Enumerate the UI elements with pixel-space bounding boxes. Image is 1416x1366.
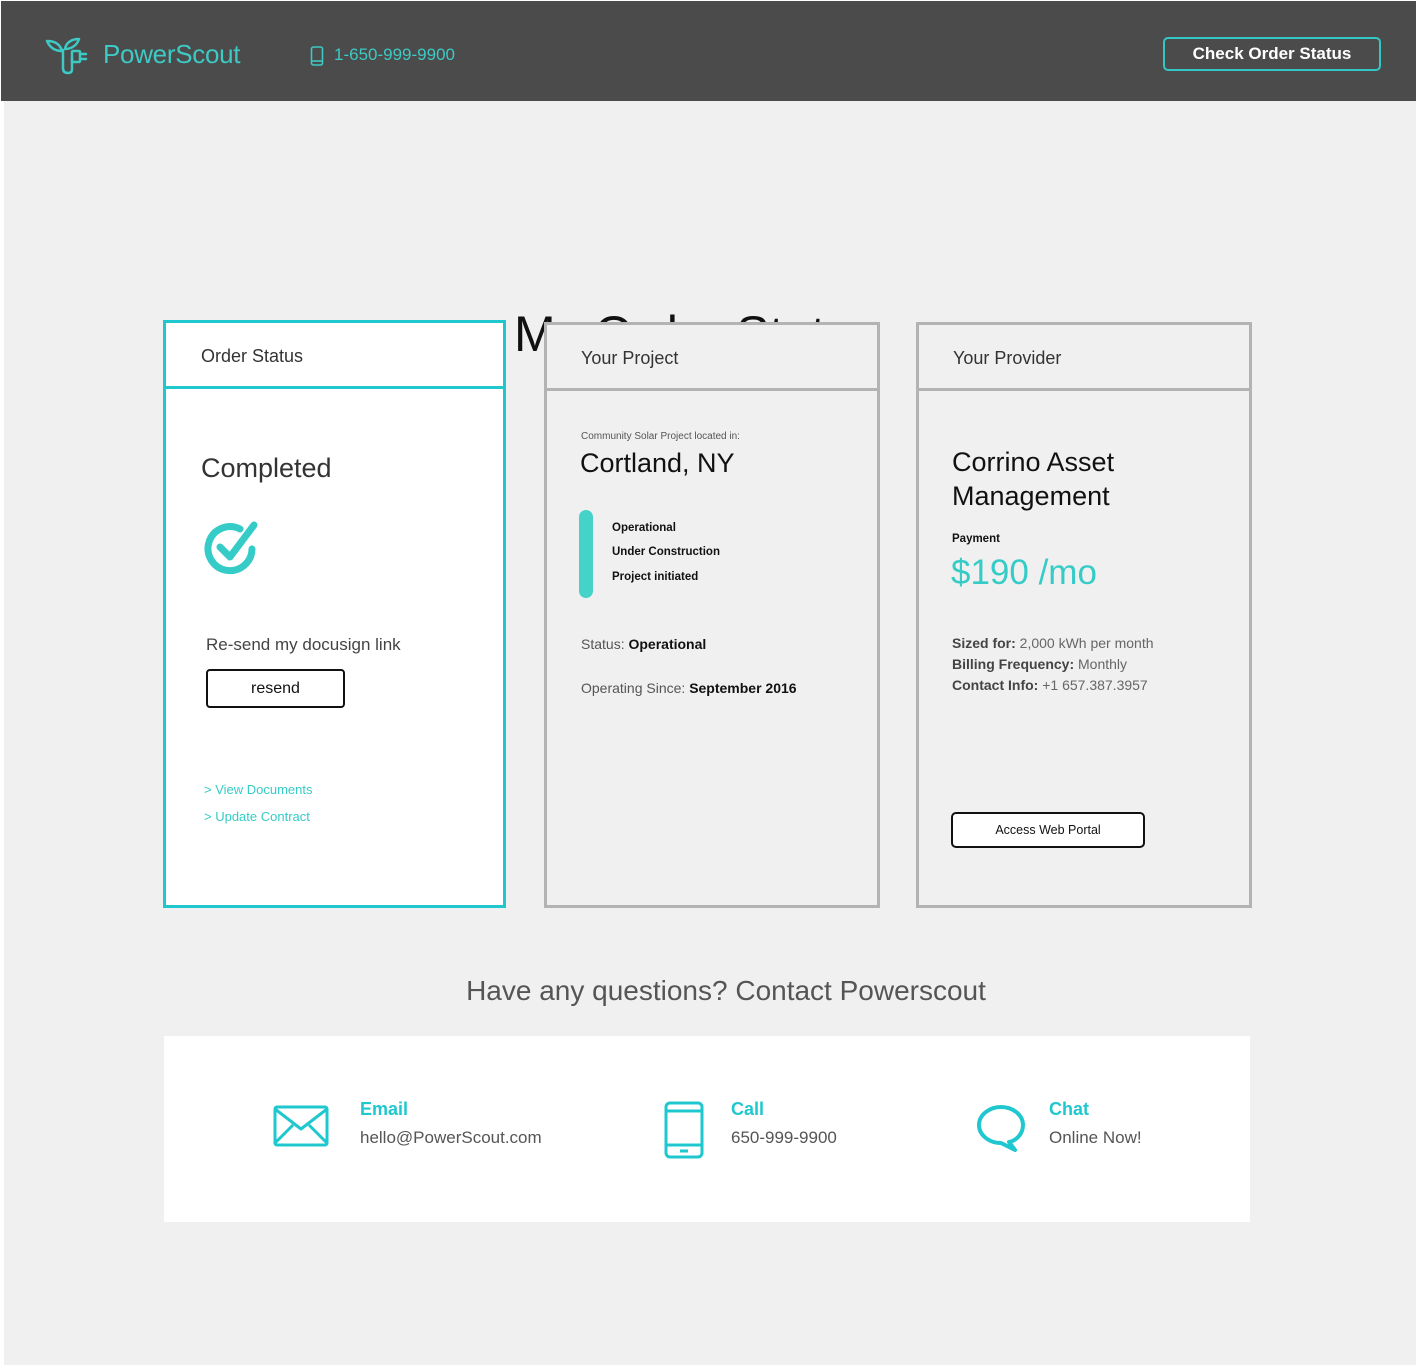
operating-since-value: September 2016: [689, 680, 797, 696]
payment-label: Payment: [952, 533, 1000, 545]
top-nav-bar: PowerScout 1-650-999-9900 Check Order St…: [1, 1, 1416, 101]
update-contract-link[interactable]: > Update Contract: [204, 808, 310, 826]
provider-name-line-2: Management: [952, 481, 1110, 511]
project-status-value: Operational: [628, 636, 707, 652]
contact-panel: Email hello@PowerScout.com Call 650-999-…: [164, 1036, 1250, 1222]
card-header-title: Your Project: [581, 348, 679, 368]
phone-icon: [310, 46, 324, 66]
location-caption: Community Solar Project located in:: [581, 431, 740, 442]
your-provider-card-header: Your Provider: [919, 325, 1249, 391]
stage-progress-bar: [579, 510, 593, 598]
resend-prompt: Re-send my docusign link: [206, 635, 401, 654]
provider-name-line-1: Corrino Asset: [952, 447, 1115, 477]
billing-frequency-value: Monthly: [1078, 656, 1128, 672]
order-status-value: Completed: [201, 453, 332, 483]
view-documents-link[interactable]: > View Documents: [204, 781, 313, 799]
your-provider-card: Your Provider Corrino Asset Management P…: [916, 322, 1252, 908]
sized-for-value: 2,000 kWh per month: [1019, 635, 1154, 651]
your-project-card: Your Project Community Solar Project loc…: [544, 322, 880, 908]
order-status-card: Order Status Completed Re-send my docusi…: [163, 320, 506, 908]
card-header-title: Order Status: [201, 346, 304, 366]
operating-since-line: Operating Since: September 2016: [581, 678, 797, 698]
email-label[interactable]: Email: [360, 1097, 408, 1121]
main-content: My Order Status Order Status Completed R…: [4, 101, 1416, 1365]
project-status-line: Status: Operational: [581, 634, 706, 654]
payment-value: $190 /mo: [951, 553, 1097, 592]
call-value[interactable]: 650-999-9900: [731, 1127, 837, 1149]
sized-for-line: Sized for: 2,000 kWh per month: [952, 633, 1154, 654]
check-circle-icon: [204, 521, 258, 575]
card-header-title: Your Provider: [953, 348, 1062, 368]
order-status-card-header: Order Status: [166, 323, 503, 389]
resend-button[interactable]: resend: [206, 669, 345, 708]
speech-bubble-icon: [977, 1105, 1025, 1152]
brand-name[interactable]: PowerScout: [103, 37, 240, 71]
stage-project-initiated: Project initiated: [612, 571, 699, 583]
chat-value[interactable]: Online Now!: [1049, 1127, 1142, 1149]
envelope-icon: [273, 1105, 329, 1147]
plant-plug-logo-icon[interactable]: [45, 36, 91, 76]
header-phone-number[interactable]: 1-650-999-9900: [334, 44, 455, 66]
contact-info-label: Contact Info:: [952, 677, 1039, 693]
check-order-status-button[interactable]: Check Order Status: [1163, 37, 1381, 71]
sized-for-label: Sized for:: [952, 635, 1016, 651]
email-value[interactable]: hello@PowerScout.com: [360, 1127, 542, 1149]
operating-since-label: Operating Since:: [581, 680, 686, 696]
mobile-phone-icon: [664, 1101, 704, 1159]
contact-section-title: Have any questions? Contact Powerscout: [466, 975, 986, 1006]
project-location: Cortland, NY: [580, 448, 735, 478]
stage-operational: Operational: [612, 522, 676, 534]
your-project-card-header: Your Project: [547, 325, 877, 391]
access-web-portal-button[interactable]: Access Web Portal: [951, 812, 1145, 848]
provider-name: Corrino Asset Management: [952, 445, 1114, 513]
call-label[interactable]: Call: [731, 1097, 764, 1121]
contact-info-line: Contact Info: +1 657.387.3957: [952, 675, 1148, 696]
stage-under-construction: Under Construction: [612, 546, 720, 558]
chat-label[interactable]: Chat: [1049, 1097, 1089, 1121]
contact-info-value: +1 657.387.3957: [1042, 677, 1148, 693]
billing-frequency-label: Billing Frequency:: [952, 656, 1075, 672]
billing-frequency-line: Billing Frequency: Monthly: [952, 654, 1127, 675]
project-status-label: Status:: [581, 636, 625, 652]
